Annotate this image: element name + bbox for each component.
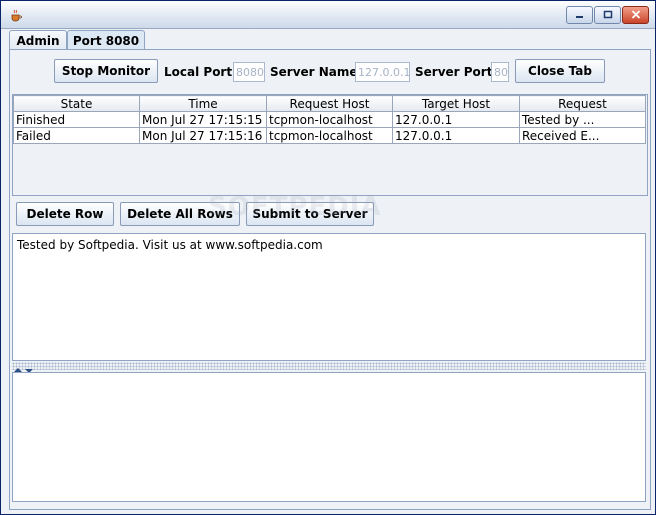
tab-port-8080[interactable]: Port 8080 [67,30,145,51]
column-header-request-host[interactable]: Request Host [266,95,393,112]
stop-monitor-button[interactable]: Stop Monitor [54,59,158,83]
cell-state: Finished [13,111,140,128]
server-name-field[interactable]: 127.0.0.1 [355,62,410,82]
close-icon [631,8,641,22]
cell-target-host: 127.0.0.1 [392,127,520,144]
request-text: Tested by Softpedia. Visit us at www.sof… [17,238,323,252]
server-port-field[interactable]: 80 [491,62,509,82]
local-port-field[interactable]: 8080 [233,62,265,82]
cell-time: Mon Jul 27 17:15:15 ... [139,111,267,128]
tab-admin[interactable]: Admin [9,30,67,50]
table-row[interactable]: Failed Mon Jul 27 17:15:16 ... tcpmon-lo… [13,127,646,144]
delete-row-button[interactable]: Delete Row [16,202,114,226]
cell-state: Failed [13,127,140,144]
cell-request: Tested by ... [519,111,646,128]
cell-time: Mon Jul 27 17:15:16 ... [139,127,267,144]
minimize-icon [575,8,585,22]
delete-row-label: Delete Row [26,207,104,221]
table-header-row: State Time Request Host Target Host Requ… [13,95,646,112]
delete-all-rows-button[interactable]: Delete All Rows [120,202,240,226]
server-port-label: Server Port: [415,65,498,79]
server-name-label: Server Name: [270,65,363,79]
column-header-time[interactable]: Time [139,95,267,112]
monitor-panel: Stop Monitor Local Port: 8080 Server Nam… [9,49,651,510]
tab-admin-label: Admin [16,33,60,48]
request-text-area[interactable]: Tested by Softpedia. Visit us at www.sof… [12,233,646,361]
split-pane-divider[interactable] [12,362,646,373]
close-tab-button[interactable]: Close Tab [515,59,605,83]
request-table: State Time Request Host Target Host Requ… [12,94,648,196]
stop-monitor-label: Stop Monitor [61,64,151,78]
tab-port-label: Port 8080 [72,34,140,48]
cell-request-host: tcpmon-localhost [266,111,393,128]
java-cup-icon [9,8,23,22]
minimize-button[interactable] [566,6,593,24]
close-tab-label: Close Tab [528,64,592,78]
delete-all-rows-label: Delete All Rows [127,207,233,221]
column-header-state[interactable]: State [13,95,140,112]
maximize-button[interactable] [594,6,621,24]
title-bar[interactable] [1,1,655,29]
cell-target-host: 127.0.0.1 [392,111,520,128]
column-header-request[interactable]: Request [519,95,646,112]
submit-to-server-button[interactable]: Submit to Server [246,202,374,226]
app-window: Admin Port 8080 Stop Monitor Local Port:… [0,0,656,515]
close-window-button[interactable] [622,6,649,24]
submit-to-server-label: Submit to Server [252,207,368,221]
local-port-label: Local Port: [164,65,237,79]
table-row[interactable]: Finished Mon Jul 27 17:15:15 ... tcpmon-… [13,111,646,128]
column-header-target-host[interactable]: Target Host [392,95,520,112]
maximize-icon [603,8,613,22]
cell-request-host: tcpmon-localhost [266,127,393,144]
cell-request: Received E... [519,127,646,144]
response-text-area[interactable] [12,372,646,502]
